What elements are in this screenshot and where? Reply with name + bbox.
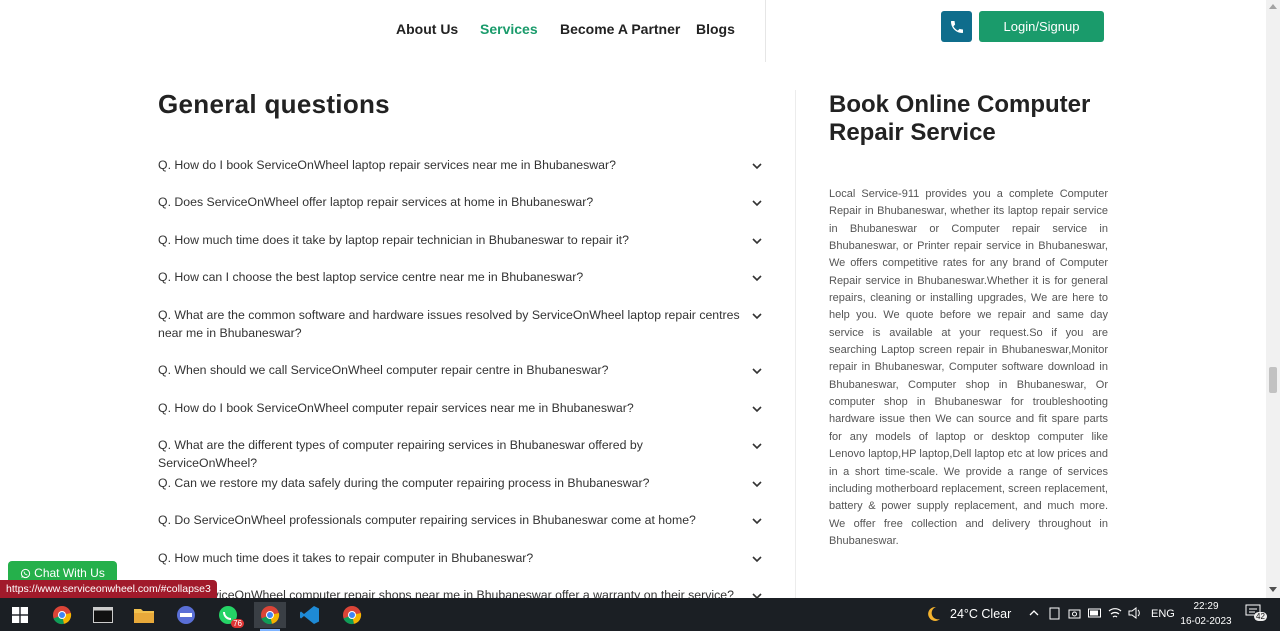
faq-item[interactable]: Q. Do ServiceOnWheel computer repair sho… bbox=[158, 587, 763, 598]
whatsapp-icon bbox=[21, 568, 31, 578]
faq-question: Q. Can we restore my data safely during … bbox=[158, 476, 650, 490]
faq-question: Q. Does ServiceOnWheel offer laptop repa… bbox=[158, 195, 594, 209]
taskbar-chrome-active[interactable] bbox=[254, 602, 286, 631]
taskbar-terminal[interactable] bbox=[87, 602, 119, 628]
nav-services[interactable]: Services bbox=[480, 21, 538, 37]
moon-weather-icon[interactable] bbox=[924, 605, 942, 623]
camera-icon[interactable] bbox=[1068, 607, 1081, 620]
faq-item[interactable]: Q. How much time does it take by laptop … bbox=[158, 232, 763, 250]
faq-question: Q. What are the common software and hard… bbox=[158, 308, 740, 340]
chrome-icon bbox=[261, 606, 280, 625]
vertical-scrollbar[interactable] bbox=[1266, 0, 1280, 598]
chat-with-us-label: Chat With Us bbox=[34, 566, 105, 580]
web-page: About Us Services Become A Partner Blogs… bbox=[0, 0, 1266, 598]
faq-item[interactable]: Q. What are the different types of compu… bbox=[158, 437, 763, 472]
chevron-down-icon bbox=[752, 275, 762, 282]
nav-about-us[interactable]: About Us bbox=[396, 21, 458, 37]
faq-item[interactable]: Q. Can we restore my data safely during … bbox=[158, 475, 763, 493]
nav-blogs[interactable]: Blogs bbox=[696, 21, 735, 37]
chevron-down-icon bbox=[752, 313, 762, 320]
wifi-icon[interactable] bbox=[1108, 607, 1122, 619]
chevron-down-icon bbox=[752, 163, 762, 170]
speaker-icon[interactable] bbox=[1128, 607, 1142, 619]
nav-divider bbox=[765, 0, 766, 62]
language-indicator[interactable]: ENG bbox=[1151, 608, 1175, 620]
notification-center[interactable]: 42 bbox=[1245, 604, 1267, 624]
faq-item[interactable]: Q. Does ServiceOnWheel offer laptop repa… bbox=[158, 194, 763, 212]
general-questions-title: General questions bbox=[158, 89, 390, 119]
battery-icon[interactable] bbox=[1088, 608, 1102, 618]
chevron-down-icon bbox=[752, 368, 762, 375]
faq-question: Q. How much time does it takes to repair… bbox=[158, 551, 534, 565]
terminal-icon bbox=[93, 607, 113, 623]
app-icon bbox=[177, 606, 195, 624]
faq-question: Q. What are the different types of compu… bbox=[158, 438, 643, 470]
faq-question: Q. How can I choose the best laptop serv… bbox=[158, 270, 584, 284]
taskbar-file-explorer[interactable] bbox=[128, 602, 160, 628]
scroll-down-arrow-icon[interactable] bbox=[1269, 587, 1277, 592]
windows-logo-icon bbox=[12, 607, 28, 623]
chevron-down-icon bbox=[752, 556, 762, 563]
faq-item[interactable]: Q. How can I choose the best laptop serv… bbox=[158, 269, 763, 287]
book-online-title: Book Online Computer Repair Service bbox=[829, 91, 1091, 146]
book-online-description: Local Service-911 provides you a complet… bbox=[829, 188, 1108, 547]
weather-text[interactable]: 24°C Clear bbox=[950, 607, 1011, 621]
folder-icon bbox=[134, 609, 154, 623]
phone-button[interactable] bbox=[941, 11, 972, 42]
faq-item[interactable]: Q. Do ServiceOnWheel professionals compu… bbox=[158, 512, 763, 530]
login-signup-button[interactable]: Login/Signup bbox=[979, 11, 1104, 42]
nav-become-a-partner[interactable]: Become A Partner bbox=[560, 21, 680, 37]
chrome-icon bbox=[343, 606, 362, 625]
start-button[interactable] bbox=[4, 602, 36, 628]
chevron-up-icon[interactable] bbox=[1029, 609, 1039, 617]
chevron-down-icon bbox=[752, 406, 762, 413]
chevron-down-icon bbox=[752, 238, 762, 245]
scroll-up-arrow-icon[interactable] bbox=[1269, 4, 1277, 9]
scroll-thumb[interactable] bbox=[1269, 367, 1277, 393]
clock-date[interactable]: 16-02-2023 bbox=[1176, 616, 1236, 627]
faq-item[interactable]: Q. How do I book ServiceOnWheel laptop r… bbox=[158, 157, 763, 175]
faq-item[interactable]: Q. When should we call ServiceOnWheel co… bbox=[158, 362, 763, 380]
notification-count: 42 bbox=[1254, 612, 1267, 621]
faq-question: Q. When should we call ServiceOnWheel co… bbox=[158, 363, 609, 377]
faq-item[interactable]: Q. How much time does it takes to repair… bbox=[158, 550, 763, 568]
faq-item[interactable]: Q. What are the common software and hard… bbox=[158, 307, 763, 342]
taskbar-vscode[interactable] bbox=[294, 602, 326, 628]
taskbar-chrome[interactable] bbox=[46, 602, 78, 628]
chevron-down-icon bbox=[752, 481, 762, 488]
faq-question: Q. Do ServiceOnWheel professionals compu… bbox=[158, 513, 696, 527]
chevron-down-icon bbox=[752, 518, 762, 525]
chevron-down-icon bbox=[752, 200, 762, 207]
faq-question: Q. Do ServiceOnWheel computer repair sho… bbox=[158, 588, 734, 598]
status-bar-url: https://www.serviceonwheel.com/#collapse… bbox=[0, 580, 217, 598]
taskbar-chrome-2[interactable] bbox=[336, 602, 368, 628]
whatsapp-badge: 76 bbox=[231, 619, 244, 628]
vscode-icon bbox=[300, 606, 319, 624]
faq-question: Q. How much time does it take by laptop … bbox=[158, 233, 629, 247]
taskbar-whatsapp[interactable]: 76 bbox=[212, 602, 244, 628]
faq-item[interactable]: Q. How do I book ServiceOnWheel computer… bbox=[158, 400, 763, 418]
chevron-down-icon bbox=[752, 593, 762, 598]
chevron-down-icon bbox=[752, 443, 762, 450]
header-nav: About Us Services Become A Partner Blogs… bbox=[0, 0, 1266, 62]
windows-taskbar: 76 24°C Clear ENG 22:29 16-02-2023 42 bbox=[0, 598, 1280, 631]
taskbar-app[interactable] bbox=[170, 602, 202, 628]
phone-icon bbox=[950, 20, 963, 33]
chrome-icon bbox=[53, 606, 72, 625]
faq-question: Q. How do I book ServiceOnWheel laptop r… bbox=[158, 158, 616, 172]
column-divider bbox=[795, 90, 796, 598]
device-icon[interactable] bbox=[1049, 607, 1060, 620]
faq-question: Q. How do I book ServiceOnWheel computer… bbox=[158, 401, 634, 415]
clock-time[interactable]: 22:29 bbox=[1178, 601, 1234, 612]
